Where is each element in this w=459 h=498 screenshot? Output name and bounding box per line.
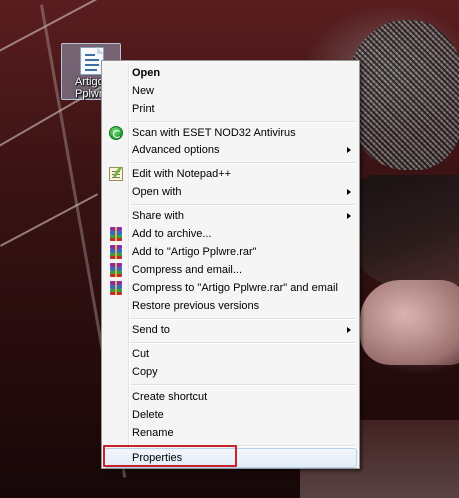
menu-separator <box>130 342 356 344</box>
menu-item-label: Add to archive... <box>132 228 212 240</box>
wallpaper-fencing-mask <box>345 20 459 170</box>
menu-item-print[interactable]: Print <box>104 100 357 118</box>
menu-item-new[interactable]: New <box>104 82 357 100</box>
menu-separator <box>130 384 356 386</box>
menu-item-label: Send to <box>132 324 170 336</box>
menu-item-label: Delete <box>132 409 164 421</box>
menu-separator <box>130 204 356 206</box>
menu-separator <box>130 318 356 320</box>
winrar-icon <box>109 245 123 259</box>
menu-item-label: Rename <box>132 427 174 439</box>
menu-item-label: Cut <box>132 348 150 360</box>
eset-icon <box>109 126 123 140</box>
menu-item-add-to-archive[interactable]: Add to archive... <box>104 225 357 243</box>
wallpaper-glove <box>360 280 459 365</box>
menu-item-create-shortcut[interactable]: Create shortcut <box>104 388 357 406</box>
menu-item-label: Edit with Notepad++ <box>132 168 232 180</box>
menu-item-share-with[interactable]: Share with <box>104 207 357 225</box>
menu-item-label: Add to "Artigo Pplwre.rar" <box>132 246 257 258</box>
menu-item-label: Scan with ESET NOD32 Antivirus <box>132 127 296 139</box>
menu-item-copy[interactable]: Copy <box>104 363 357 381</box>
menu-item-label: Open with <box>132 186 182 198</box>
menu-item-label: Print <box>132 103 155 115</box>
wallpaper-figure <box>355 175 459 285</box>
context-menu: Open New Print Scan with ESET NOD32 Anti… <box>101 60 360 469</box>
menu-item-cut[interactable]: Cut <box>104 345 357 363</box>
menu-item-edit-notepadpp[interactable]: Edit with Notepad++ <box>104 165 357 183</box>
menu-separator <box>130 121 356 123</box>
submenu-arrow-icon <box>347 327 351 333</box>
winrar-icon <box>109 263 123 277</box>
menu-item-open[interactable]: Open <box>104 64 357 82</box>
menu-item-delete[interactable]: Delete <box>104 406 357 424</box>
menu-item-label: Compress to "Artigo Pplwre.rar" and emai… <box>132 282 338 294</box>
menu-item-send-to[interactable]: Send to <box>104 321 357 339</box>
submenu-arrow-icon <box>347 147 351 153</box>
menu-item-label: New <box>132 85 155 97</box>
notepad-plus-plus-icon <box>109 167 123 181</box>
menu-item-rename[interactable]: Rename <box>104 424 357 442</box>
menu-item-label: Advanced options <box>132 144 220 156</box>
winrar-icon <box>109 281 123 295</box>
menu-item-add-to-rar[interactable]: Add to "Artigo Pplwre.rar" <box>104 243 357 261</box>
menu-item-compress-to-rar-email[interactable]: Compress to "Artigo Pplwre.rar" and emai… <box>104 279 357 297</box>
menu-item-label: Compress and email... <box>132 264 243 276</box>
menu-item-scan-eset[interactable]: Scan with ESET NOD32 Antivirus <box>104 124 357 142</box>
menu-item-label: Share with <box>132 210 184 222</box>
menu-item-compress-email[interactable]: Compress and email... <box>104 261 357 279</box>
menu-item-label: Copy <box>132 366 158 378</box>
menu-item-label: Restore previous versions <box>132 300 260 312</box>
submenu-arrow-icon <box>347 213 351 219</box>
menu-item-label: Open <box>132 67 161 79</box>
menu-item-label: Create shortcut <box>132 391 208 403</box>
menu-separator <box>130 162 356 164</box>
menu-item-advanced-options[interactable]: Advanced options <box>104 141 357 159</box>
menu-item-restore-previous-versions[interactable]: Restore previous versions <box>104 297 357 315</box>
menu-item-open-with[interactable]: Open with <box>104 183 357 201</box>
winrar-icon <box>109 227 123 241</box>
submenu-arrow-icon <box>347 189 351 195</box>
properties-highlight-box <box>103 445 237 467</box>
